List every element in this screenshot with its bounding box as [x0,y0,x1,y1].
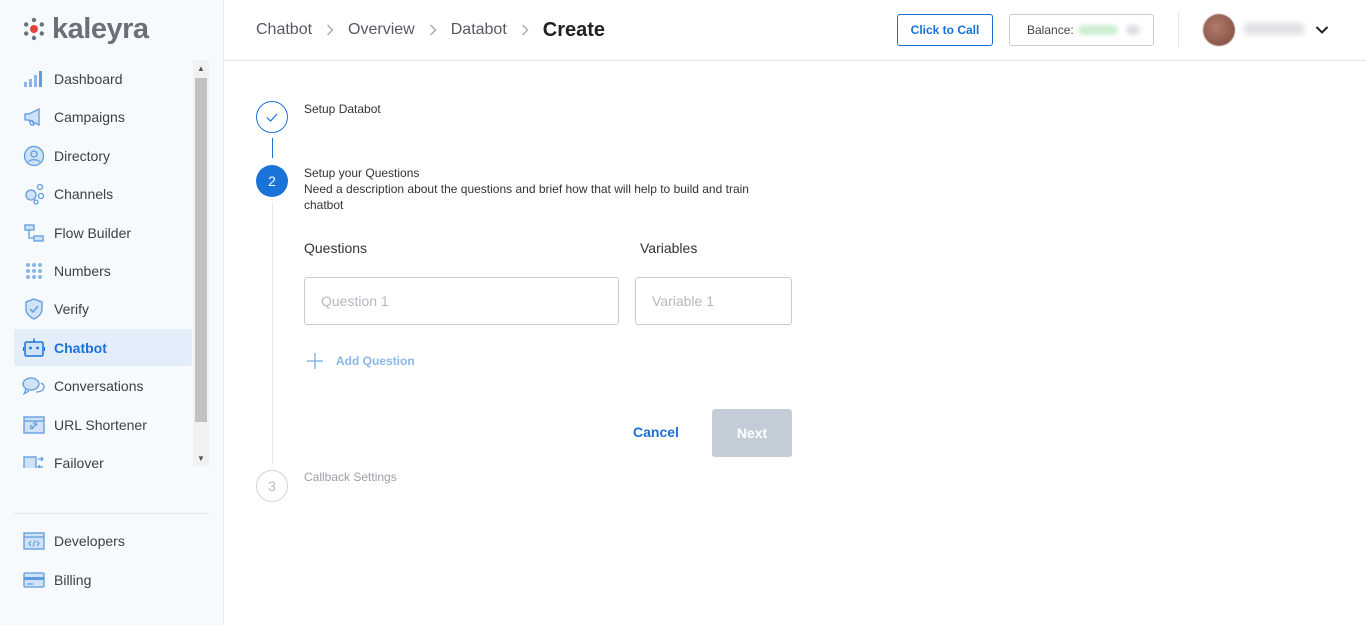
questions-column-label: Questions [304,240,368,256]
person-circle-icon [22,144,46,168]
breadcrumb-overview[interactable]: Overview [348,21,415,39]
step-connector [272,202,273,464]
scroll-thumb[interactable] [195,78,207,422]
channels-icon [22,182,46,206]
chevron-down-icon[interactable] [1314,22,1330,38]
sidebar-divider [14,513,209,514]
failover-icon [22,451,46,468]
sidebar-item-conversations[interactable]: Conversations [14,367,192,404]
click-to-call-button[interactable]: Click to Call [897,14,993,46]
balance-refresh-icon [1125,25,1140,35]
credit-card-icon [22,568,46,592]
sidebar-item-billing[interactable]: Billing [14,561,192,598]
code-icon [22,529,46,553]
sidebar-item-label: Developers [54,532,125,549]
variables-column-label: Variables [640,240,698,256]
add-question-label: Add Question [336,354,415,368]
step-connector-complete [272,138,273,158]
sidebar-item-label: Directory [54,147,111,164]
chevron-right-icon [515,24,535,36]
sidebar-item-label: Billing [54,571,92,588]
checkmark-icon [266,113,278,122]
cancel-button[interactable]: Cancel [624,416,688,448]
sidebar-item-failover[interactable]: Failover [14,444,192,468]
chat-bubbles-icon [22,374,46,398]
kaleyra-logo-icon [22,17,46,41]
chevron-right-icon [320,24,340,36]
breadcrumb: Chatbot Overview Databot Create [256,18,605,42]
sidebar-item-dashboard[interactable]: Dashboard [14,60,192,97]
sidebar: kaleyra Dashboard Campaigns Directory Ch… [0,0,224,625]
kaleyra-logo[interactable]: kaleyra [22,12,149,45]
brand-name: kaleyra [52,12,149,45]
balance-label: Balance: [1027,23,1074,37]
breadcrumb-chatbot[interactable]: Chatbot [256,21,312,39]
sidebar-item-label: Verify [54,300,90,317]
breadcrumb-create: Create [542,18,606,41]
breadcrumb-databot[interactable]: Databot [451,21,507,39]
user-name-redacted[interactable] [1243,23,1305,35]
sidebar-item-label: Campaigns [54,108,125,125]
step-3-pending: 3 [256,470,288,502]
sidebar-scrollbar[interactable]: ▲ ▼ [193,60,209,466]
shield-check-icon [22,297,46,321]
step-2-active: 2 [256,165,288,197]
step-3-title: Callback Settings [304,470,397,484]
flow-builder-icon [22,221,46,245]
balance-amount-redacted [1077,25,1118,35]
add-question-button[interactable]: Add Question [306,351,415,371]
sidebar-item-label: Chatbot [54,339,107,356]
sidebar-item-numbers[interactable]: Numbers [14,252,192,289]
sidebar-item-label: URL Shortener [54,416,147,433]
dial-pad-icon [22,259,46,283]
scroll-down-arrow-icon[interactable]: ▼ [193,450,209,466]
top-header: Chatbot Overview Databot Create Click to… [224,0,1366,61]
sidebar-item-directory[interactable]: Directory [14,137,192,174]
bar-chart-icon [22,67,46,91]
sidebar-item-developers[interactable]: Developers [14,522,192,559]
scroll-up-arrow-icon[interactable]: ▲ [193,60,209,76]
link-icon [22,413,46,437]
plus-icon [307,353,323,369]
sidebar-item-campaigns[interactable]: Campaigns [14,98,192,135]
variable-1-input[interactable] [635,277,792,325]
avatar[interactable] [1203,14,1235,46]
sidebar-item-chatbot[interactable]: Chatbot [14,329,192,366]
sidebar-item-channels[interactable]: Channels [14,175,192,212]
step-2-title: Setup your Questions [304,166,420,180]
chevron-right-icon [423,24,443,36]
sidebar-item-label: Numbers [54,262,111,279]
step-2-description: Need a description about the questions a… [304,182,749,212]
sidebar-item-label: Channels [54,185,114,202]
sidebar-item-verify[interactable]: Verify [14,290,192,327]
question-1-input[interactable] [304,277,619,325]
sidebar-nav: Dashboard Campaigns Directory Channels F… [0,60,210,468]
megaphone-icon [22,105,46,129]
balance-display[interactable]: Balance: [1009,14,1154,46]
sidebar-item-label: Failover [54,454,104,469]
step-1-title: Setup Databot [304,102,381,116]
sidebar-item-flow-builder[interactable]: Flow Builder [14,214,192,251]
header-divider [1178,13,1179,47]
sidebar-item-label: Flow Builder [54,224,132,241]
sidebar-item-url-shortener[interactable]: URL Shortener [14,406,192,443]
next-button[interactable]: Next [712,409,792,457]
step-1-complete[interactable] [256,101,288,133]
sidebar-item-label: Dashboard [54,70,123,87]
robot-icon [22,336,46,360]
sidebar-item-label: Conversations [54,377,144,394]
